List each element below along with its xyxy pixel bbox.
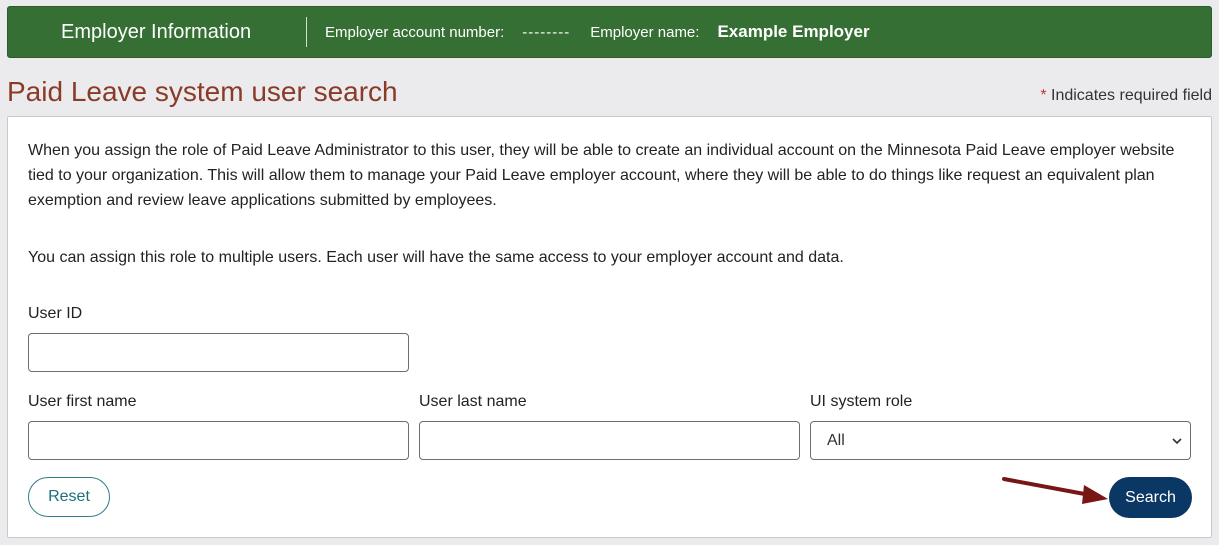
employer-info-banner: Employer Information Employer account nu… [7, 6, 1212, 58]
employer-name-label: Employer name: [590, 23, 700, 41]
arrow-right-icon [1002, 477, 1108, 504]
intro-paragraph: When you assign the role of Paid Leave A… [28, 142, 1175, 209]
first-name-label: User first name [28, 393, 137, 410]
required-note-text: Indicates required field [1046, 87, 1212, 104]
page-title: Paid Leave system user search [7, 76, 398, 107]
system-role-selected-value: All [827, 431, 845, 449]
chevron-down-icon [1172, 437, 1182, 444]
system-role-label: UI system role [810, 393, 913, 410]
search-button[interactable]: Search [1109, 477, 1192, 518]
reset-button[interactable]: Reset [28, 477, 110, 517]
banner-title: Employer Information [61, 20, 252, 43]
account-number-label: Employer account number: [325, 23, 505, 41]
system-role-select[interactable]: All [810, 421, 1191, 460]
user-id-input[interactable] [28, 333, 409, 372]
user-id-label: User ID [28, 305, 83, 322]
last-name-label: User last name [419, 393, 527, 410]
last-name-input[interactable] [419, 421, 800, 460]
multi-user-note: You can assign this role to multiple use… [28, 249, 844, 266]
first-name-input[interactable] [28, 421, 409, 460]
search-form-card: When you assign the role of Paid Leave A… [7, 116, 1212, 538]
employer-name-value: Example Employer [717, 22, 870, 41]
account-number-value: -------- [522, 23, 571, 41]
banner-divider [306, 17, 307, 47]
required-field-note: * Indicates required field [1040, 87, 1212, 105]
